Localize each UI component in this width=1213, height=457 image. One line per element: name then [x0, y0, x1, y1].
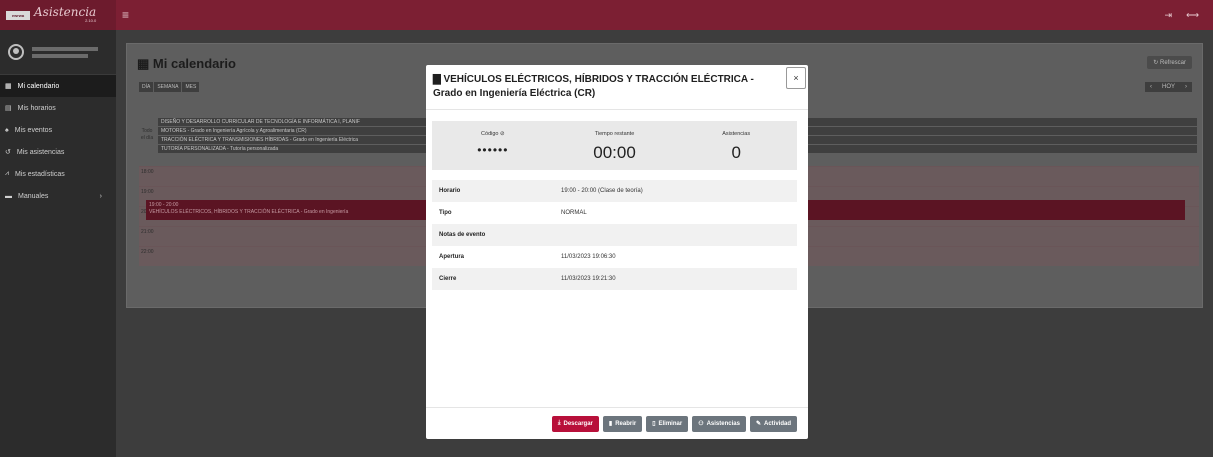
attendances-button[interactable]: ⚇ Asistencias	[692, 415, 746, 432]
door-icon: ▮	[608, 421, 613, 427]
table-row: Tipo NORMAL	[432, 202, 797, 224]
code-value: ••••••	[477, 143, 509, 157]
prev-button[interactable]: ‹	[1144, 82, 1157, 92]
row-key: Notas de evento	[439, 232, 486, 238]
row-key: Tipo	[439, 210, 452, 216]
delete-button[interactable]: ▯ Eliminar	[646, 415, 689, 432]
row-value: NORMAL	[561, 210, 587, 216]
table-row: Cierre 11/03/2023 19:21:30	[432, 268, 797, 290]
code-stat: Código ⊘ ••••••	[432, 121, 554, 170]
schedule-icon: ▤	[5, 105, 12, 112]
sidebar: ▦ Mi calendario ▤ Mis horarios ♠ Mis eve…	[0, 30, 116, 457]
row-key: Apertura	[439, 254, 465, 260]
sidebar-item-mis-eventos[interactable]: ♠ Mis eventos	[0, 119, 116, 141]
attendance-value: 0	[731, 143, 741, 162]
logout-icon[interactable]: ⇥	[1165, 10, 1173, 21]
activity-button[interactable]: ✎ Actividad	[749, 415, 797, 432]
table-row: Notas de evento	[432, 224, 797, 246]
sidebar-item-label: Mi calendario	[17, 82, 60, 90]
remaining-value: 00:00	[593, 143, 636, 162]
today-button[interactable]: HOY	[1156, 82, 1180, 92]
sidebar-item-label: Mis horarios	[17, 104, 56, 112]
calendar-icon: ▦	[137, 56, 153, 71]
chart-icon: ⩘	[5, 170, 9, 177]
row-value: 19:00 - 20:00 (Clase de teoría)	[561, 188, 643, 194]
calendar-icon: ▦	[5, 83, 12, 90]
details-table: Horario 19:00 - 20:00 (Clase de teoría) …	[432, 180, 797, 290]
top-bar: ewrwa Asistencia 2.10.0 ≡ ⇥ ⟷	[0, 0, 1213, 30]
eye-slash-icon[interactable]: ⊘	[500, 131, 505, 137]
modal-title: ▇ VEHÍCULOS ELÉCTRICOS, HÍBRIDOS Y TRACC…	[433, 74, 754, 99]
refresh-button[interactable]: ↻ Refrescar	[1147, 56, 1192, 69]
close-button[interactable]: ×	[786, 67, 806, 89]
brand[interactable]: ewrwa Asistencia 2.10.0	[0, 0, 116, 30]
view-switcher: DÍA SEMANA MES	[139, 82, 200, 92]
row-value: 11/03/2023 19:21:30	[561, 276, 616, 282]
attendance-label: Asistencias	[722, 131, 751, 137]
download-icon: ⤓	[557, 420, 561, 426]
next-button[interactable]: ›	[1180, 82, 1192, 92]
stats-panel: Código ⊘ •••••• Tiempo restante 00:00 As…	[432, 121, 797, 170]
user-name-redacted	[32, 44, 98, 61]
date-nav: ‹ HOY ›	[1144, 82, 1192, 92]
table-row: Horario 19:00 - 20:00 (Clase de teoría)	[432, 180, 797, 202]
table-row: Apertura 11/03/2023 19:06:30	[432, 246, 797, 268]
sidebar-item-label: Mis estadísticas	[14, 170, 65, 178]
row-key: Cierre	[439, 276, 457, 282]
view-week-button[interactable]: SEMANA	[154, 82, 182, 92]
all-day-label: Todo el día	[140, 128, 154, 141]
code-label: Código	[481, 131, 499, 137]
users-icon: ⚇	[698, 421, 704, 427]
teacher-icon: ▇	[433, 74, 444, 85]
sidebar-item-label: Mis asistencias	[16, 148, 65, 156]
view-day-button[interactable]: DÍA	[139, 82, 154, 92]
trash-icon: ▯	[652, 421, 656, 427]
sidebar-item-label: Manuales	[18, 192, 49, 200]
brand-logo: ewrwa	[6, 10, 30, 20]
sidebar-item-manuales[interactable]: ▬ Manuales ›	[0, 185, 116, 207]
reopen-button[interactable]: ▮ Reabrir	[602, 415, 643, 432]
history-icon: ↺	[5, 149, 11, 156]
sidebar-item-mis-estadisticas[interactable]: ⩘ Mis estadísticas	[0, 163, 116, 185]
sidebar-item-label: Mis eventos	[14, 126, 53, 134]
event-modal: ▇ VEHÍCULOS ELÉCTRICOS, HÍBRIDOS Y TRACC…	[426, 65, 808, 439]
menu-toggle-icon[interactable]: ≡	[122, 8, 129, 22]
remaining-time-stat: Tiempo restante 00:00	[554, 121, 676, 170]
refresh-icon: ↻	[1153, 60, 1160, 66]
chevron-right-icon: ›	[99, 192, 102, 200]
row-value: 11/03/2023 19:06:30	[561, 254, 616, 260]
sidebar-item-mi-calendario[interactable]: ▦ Mi calendario	[0, 75, 116, 97]
edit-icon: ✎	[755, 421, 761, 427]
page-title: ▦ Mi calendario	[137, 56, 236, 71]
download-button[interactable]: ⤓ Descargar	[551, 415, 599, 432]
row-key: Horario	[439, 188, 461, 194]
avatar	[8, 44, 24, 60]
remaining-label: Tiempo restante	[594, 131, 635, 137]
book-icon: ▬	[5, 192, 12, 200]
brand-name: Asistencia	[34, 5, 97, 19]
user-panel	[0, 30, 116, 75]
attendance-stat: Asistencias 0	[675, 121, 797, 170]
modal-footer: ⤓ Descargar ▮ Reabrir ▯ Eliminar ⚇ Asist…	[426, 407, 808, 439]
view-month-button[interactable]: MES	[182, 82, 200, 92]
sidebar-item-mis-horarios[interactable]: ▤ Mis horarios	[0, 97, 116, 119]
modal-header: ▇ VEHÍCULOS ELÉCTRICOS, HÍBRIDOS Y TRACC…	[426, 65, 808, 110]
fullscreen-icon[interactable]: ⟷	[1186, 10, 1199, 21]
bell-icon: ♠	[5, 126, 9, 134]
sidebar-item-mis-asistencias[interactable]: ↺ Mis asistencias	[0, 141, 116, 163]
